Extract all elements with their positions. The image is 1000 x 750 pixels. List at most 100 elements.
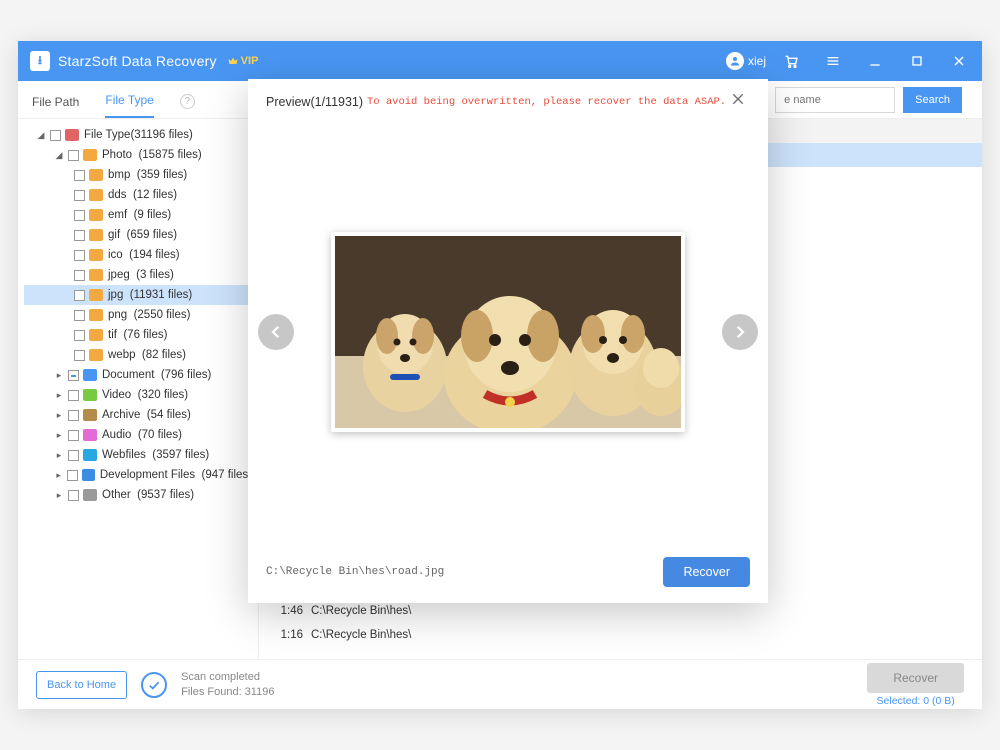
tree-count: (54 files) (147, 409, 191, 421)
tree-other[interactable]: ▸Other (9537 files) (24, 485, 258, 505)
tree-count: (3 files) (136, 269, 174, 281)
scan-status-line2: Files Found: 31196 (181, 685, 274, 699)
help-icon[interactable]: ? (180, 94, 195, 109)
tree-count: (70 files) (138, 429, 182, 441)
tree-png[interactable]: png (2550 files) (24, 305, 258, 325)
result-path: C:\Recycle Bin\hes\ (311, 605, 982, 617)
tree-label: dds (108, 189, 127, 201)
close-icon[interactable] (942, 44, 976, 78)
preview-header: Preview(1/11931) To avoid being overwrit… (248, 79, 768, 121)
app-logo-icon: ⭳ (30, 51, 50, 71)
tree-document[interactable]: ▸Document (796 files) (24, 365, 258, 385)
tree-label: gif (108, 229, 120, 241)
tree-root[interactable]: ◢File Type(31196 files) (24, 125, 258, 145)
tree-ico[interactable]: ico (194 files) (24, 245, 258, 265)
tree-label: bmp (108, 169, 130, 181)
result-path: C:\Recycle Bin\hes\ (311, 629, 982, 641)
tree-count: (9 files) (134, 209, 172, 221)
result-row[interactable]: 1:16C:\Recycle Bin\hes\ (259, 623, 982, 647)
titlebar: ⭳ StarzSoft Data Recovery VIP xiej (18, 41, 982, 81)
tree-webfiles[interactable]: ▸Webfiles (3597 files) (24, 445, 258, 465)
tree-count: (9537 files) (137, 489, 194, 501)
tree-label: ico (108, 249, 123, 261)
preview-image (335, 236, 681, 428)
app-title: StarzSoft Data Recovery (58, 53, 217, 69)
menu-icon[interactable] (816, 44, 850, 78)
preview-title: Preview(1/11931) (266, 95, 363, 109)
preview-frame (331, 232, 685, 432)
scan-status: Scan completed Files Found: 31196 (181, 670, 274, 699)
tree-label: emf (108, 209, 127, 221)
search-input[interactable] (775, 87, 895, 113)
tree-count: (2550 files) (134, 309, 191, 321)
tree-label: tif (108, 329, 117, 341)
tree-label: Webfiles (102, 449, 146, 461)
preview-close-icon[interactable] (730, 91, 752, 113)
tree-archive[interactable]: ▸Archive (54 files) (24, 405, 258, 425)
user-name: xiej (748, 54, 766, 68)
tree-bmp[interactable]: bmp (359 files) (24, 165, 258, 185)
tree-count: (659 files) (127, 229, 178, 241)
tree-count: (194 files) (129, 249, 180, 261)
tree-root-label: File Type(31196 files) (84, 129, 193, 141)
tree-dds[interactable]: dds (12 files) (24, 185, 258, 205)
footer: Back to Home Scan completed Files Found:… (18, 659, 982, 709)
result-time: 1:16 (265, 629, 311, 641)
vip-label: VIP (241, 55, 259, 67)
user-pill[interactable]: xiej (726, 52, 766, 70)
tree-count: (82 files) (142, 349, 186, 361)
recover-disabled-button[interactable]: Recover (867, 663, 964, 693)
preview-footer: C:\Recycle Bin\hes\road.jpg Recover (248, 543, 768, 603)
preview-recover-button[interactable]: Recover (663, 557, 750, 587)
preview-prev-icon[interactable] (258, 314, 294, 350)
tree-count: (796 files) (161, 369, 212, 381)
preview-next-icon[interactable] (722, 314, 758, 350)
tree-label: Development Files (100, 469, 195, 481)
preview-modal: Preview(1/11931) To avoid being overwrit… (248, 79, 768, 603)
tree-jpeg[interactable]: jpeg (3 files) (24, 265, 258, 285)
tree-label: webp (108, 349, 136, 361)
maximize-icon[interactable] (900, 44, 934, 78)
preview-file-path: C:\Recycle Bin\hes\road.jpg (266, 566, 444, 578)
cart-icon[interactable] (774, 44, 808, 78)
tree-video[interactable]: ▸Video (320 files) (24, 385, 258, 405)
tree-tif[interactable]: tif (76 files) (24, 325, 258, 345)
tree-count: (12 files) (133, 189, 177, 201)
tree-panel: ◢File Type(31196 files) ◢Photo (15875 fi… (18, 119, 258, 659)
tree-count: (359 files) (137, 169, 188, 181)
tab-file-type[interactable]: File Type (105, 93, 153, 118)
selected-count: Selected: 0 (0 B) (867, 695, 964, 707)
search-button[interactable]: Search (903, 87, 962, 113)
tab-file-path[interactable]: File Path (32, 95, 79, 118)
tree-label: Other (102, 489, 131, 501)
tree-jpg[interactable]: jpg (11931 files) (24, 285, 258, 305)
tree-audio[interactable]: ▸Audio (70 files) (24, 425, 258, 445)
tree-gif[interactable]: gif (659 files) (24, 225, 258, 245)
scan-status-line1: Scan completed (181, 670, 274, 684)
tree-webp[interactable]: webp (82 files) (24, 345, 258, 365)
result-time: 1:46 (265, 605, 311, 617)
tree-label: jpg (108, 289, 123, 301)
back-to-home-button[interactable]: Back to Home (36, 671, 127, 699)
tree-label: Audio (102, 429, 131, 441)
tree-count: (3597 files) (152, 449, 209, 461)
tree-count: (11931 files) (130, 289, 192, 301)
vip-badge[interactable]: VIP (227, 55, 259, 67)
tree-label: png (108, 309, 127, 321)
avatar-icon (726, 52, 744, 70)
tree-count: (320 files) (138, 389, 189, 401)
preview-body (248, 121, 768, 543)
tree-photo[interactable]: ◢Photo (15875 files) (24, 145, 258, 165)
scan-complete-icon (141, 672, 167, 698)
minimize-icon[interactable] (858, 44, 892, 78)
search-row: Search (775, 87, 962, 113)
tree-count: (76 files) (123, 329, 167, 341)
preview-warning: To avoid being overwritten, please recov… (363, 96, 730, 108)
tree-emf[interactable]: emf (9 files) (24, 205, 258, 225)
tree-dev[interactable]: ▸Development Files (947 files) (24, 465, 258, 485)
tree-count: (947 files) (202, 469, 253, 481)
tree-label: Document (102, 369, 154, 381)
tree-label: jpeg (108, 269, 130, 281)
crown-icon (227, 55, 239, 67)
tree-label: Archive (102, 409, 140, 421)
